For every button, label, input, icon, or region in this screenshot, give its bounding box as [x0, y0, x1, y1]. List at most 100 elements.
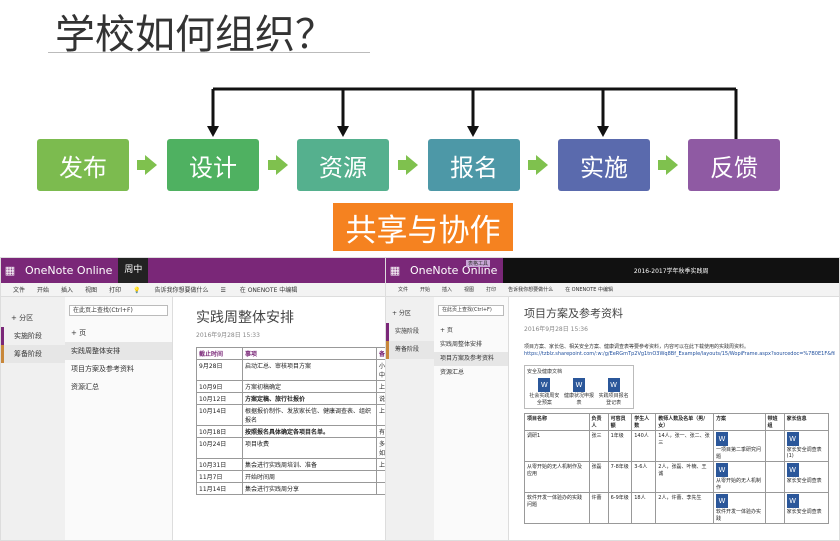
doc-attachment[interactable]: W 健康状况申报表 — [563, 378, 595, 406]
table-cell[interactable]: W 家长安全调查表 — [783, 492, 830, 524]
table-cell[interactable]: 集会进行实践周培训、准备 — [242, 458, 377, 471]
table-cell[interactable]: 140人 — [631, 430, 657, 462]
tell-me-text[interactable]: 告诉我你想要做什么 — [508, 286, 553, 293]
table-cell[interactable]: 6-9年级 — [607, 492, 633, 524]
table-row: 11月14日 集会进行实践周分享 — [196, 482, 390, 495]
ribbon-insert[interactable]: 插入 — [442, 286, 452, 293]
page-item[interactable]: 资源汇总 — [65, 378, 172, 396]
doc-label: 家长安全调查表 — [786, 478, 822, 484]
table-cell[interactable]: 2人，张磊、叶楠、王诚 — [655, 461, 714, 493]
add-page-button[interactable]: + 页 — [65, 324, 172, 342]
doc-attachment[interactable]: W 实践项目报名登记表 — [598, 378, 630, 406]
table-cell[interactable]: W 一项目第二季研究问题 — [713, 430, 766, 462]
table-row: 从零开始的无人机制作及应用 张磊 7-8年级 3-6人 2人，张磊、叶楠、王诚 W 从零开始… — [524, 461, 830, 493]
ribbon-file[interactable]: 文件 — [398, 286, 408, 293]
ribbon-view[interactable]: 视图 — [85, 285, 97, 294]
doc-attachment[interactable]: W 社会实践周安全预案 — [528, 378, 560, 406]
section-item[interactable]: 实施阶段 — [1, 327, 65, 345]
onenote-screenshot-materials: ▦ OneNote Online 2016-2017学年秋季实践周 表格工具 文… — [385, 257, 840, 541]
table-cell[interactable]: 10月24日 — [196, 437, 243, 459]
ribbon-home[interactable]: 开始 — [420, 286, 430, 293]
window-title: 2016-2017学年秋季实践周 — [633, 268, 709, 275]
onenote-screenshot-schedule: ▦ OneNote Online 周中 文件 开始 插入 视图 打印 💡 告诉我… — [0, 257, 391, 541]
add-section-button[interactable]: + 分区 — [386, 305, 434, 323]
table-cell[interactable] — [764, 492, 785, 524]
page-item[interactable]: 资源汇总 — [434, 366, 508, 380]
connector-arrowhead — [467, 126, 479, 137]
table-cell[interactable] — [764, 430, 785, 462]
table-cell[interactable]: 方案定稿、旅行社报价 — [242, 392, 377, 405]
table-cell[interactable]: 10月18日 — [196, 425, 243, 438]
table-cell[interactable]: 根据报价制作、发放家长信、健康调查表、组织报名 — [242, 404, 377, 426]
ribbon-home[interactable]: 开始 — [37, 285, 49, 294]
ribbon-print[interactable]: 打印 — [109, 285, 121, 294]
table-cell[interactable]: 按照报名具体确定各项目名单。 — [242, 425, 377, 438]
doc-label: 一项目第二季研究问题 — [716, 447, 762, 460]
table-cell[interactable]: 18人 — [631, 492, 657, 524]
table-cell[interactable]: 10月14日 — [196, 404, 243, 426]
table-cell[interactable]: 开始时间周 — [242, 470, 377, 483]
table-cell[interactable]: 张三 — [588, 430, 609, 462]
ribbon-print[interactable]: 打印 — [486, 286, 496, 293]
section-item[interactable]: 筹备阶段 — [386, 341, 434, 359]
table-cell[interactable]: 10月12日 — [196, 392, 243, 405]
table-row: 10月12日方案定稿、旅行社报价说明 — [196, 392, 390, 405]
ribbon-file[interactable]: 文件 — [13, 285, 25, 294]
table-cell[interactable]: 1年级 — [607, 430, 633, 462]
add-page-button[interactable]: + 页 — [434, 324, 508, 338]
table-cell[interactable]: 2人，许蕾、李先生 — [655, 492, 714, 524]
edit-in-onenote-label: 在 ONENOTE 中编辑 — [239, 287, 298, 294]
column-header: 项目名称 — [524, 413, 590, 431]
table-cell[interactable]: 3-6人 — [631, 461, 657, 493]
table-cell[interactable]: W 家长安全调查表 — [783, 461, 830, 493]
table-cell[interactable]: 7-8年级 — [607, 461, 633, 493]
table-cell[interactable]: 11月14日 — [196, 482, 243, 495]
table-cell[interactable]: W 家长安全调查表(1) — [783, 430, 830, 462]
word-file-icon: W — [716, 432, 728, 446]
page-item[interactable]: 项目方案及参考资料 — [65, 360, 172, 378]
section-item[interactable]: 实施阶段 — [386, 323, 434, 341]
arrow-icon — [137, 160, 145, 170]
page-search-input[interactable]: 在此页上查找(Ctrl+F) — [438, 305, 504, 316]
arrow-icon — [268, 160, 276, 170]
table-cell[interactable]: 软件开发一体验办的实践问题 — [524, 492, 590, 524]
page-title: 实践周整体安排 — [196, 310, 294, 326]
sharepoint-link[interactable]: https://tzblz.sharepoint.com/:w:/g/EeRGm… — [524, 350, 835, 357]
table-cell[interactable]: 方案初稿确定 — [242, 380, 377, 393]
column-header: 学生人数 — [631, 413, 657, 431]
add-section-button[interactable]: + 分区 — [1, 309, 65, 327]
table-cell[interactable]: 调研1 — [524, 430, 590, 462]
table-cell[interactable]: 张磊 — [588, 461, 609, 493]
app-launcher-icon[interactable]: ▦ — [386, 258, 404, 283]
ribbon-view[interactable]: 视图 — [464, 286, 474, 293]
page-item[interactable]: 项目方案及参考资料 — [434, 352, 508, 366]
table-tools-tab[interactable]: 表格工具 — [466, 260, 491, 267]
table-cell[interactable]: 项目收费 — [242, 437, 377, 459]
table-header-row: 项目名称 负责人 可容员额 学生人数 教师人数及名单（男/女） 方案 带班组 家长信息 — [524, 413, 830, 431]
app-launcher-icon[interactable]: ▦ — [1, 258, 19, 283]
table-cell[interactable]: 14人，张一、张二、张三 — [655, 430, 714, 462]
user-name[interactable]: 周中 — [118, 258, 149, 283]
tell-me-box[interactable]: 💡 告诉我你想要做什么 — [133, 285, 208, 294]
column-header: 事项 — [242, 347, 377, 360]
table-cell[interactable]: 10月31日 — [196, 458, 243, 471]
table-cell[interactable]: W 从零开始的无人机制作 — [713, 461, 766, 493]
tell-me-text: 告诉我你想要做什么 — [154, 287, 209, 294]
table-cell[interactable]: 10月9日 — [196, 380, 243, 393]
edit-in-onenote-button[interactable]: ☰ 在 ONENOTE 中编辑 — [220, 285, 297, 294]
page-item[interactable]: 实践周整体安排 — [434, 338, 508, 352]
table-cell[interactable]: 9月28日 — [196, 359, 243, 381]
table-cell[interactable]: 集会进行实践周分享 — [242, 482, 377, 495]
table-cell[interactable] — [764, 461, 785, 493]
page-search-input[interactable]: 在此页上查找(Ctrl+F) — [69, 305, 168, 316]
section-item[interactable]: 筹备阶段 — [1, 345, 65, 363]
table-cell[interactable]: 许蕾 — [588, 492, 609, 524]
edit-in-onenote-button[interactable]: 在 ONENOTE 中编辑 — [565, 286, 613, 293]
ribbon-insert[interactable]: 插入 — [61, 285, 73, 294]
step-design: 设计 — [167, 139, 259, 191]
table-cell[interactable]: 11月7日 — [196, 470, 243, 483]
page-item[interactable]: 实践周整体安排 — [65, 342, 172, 360]
table-cell[interactable]: W 软件开发一体验办实践 — [713, 492, 766, 524]
table-cell[interactable]: 启动汇总、审核项目方案 — [242, 359, 377, 381]
table-cell[interactable]: 从零开始的无人机制作及应用 — [524, 461, 590, 493]
